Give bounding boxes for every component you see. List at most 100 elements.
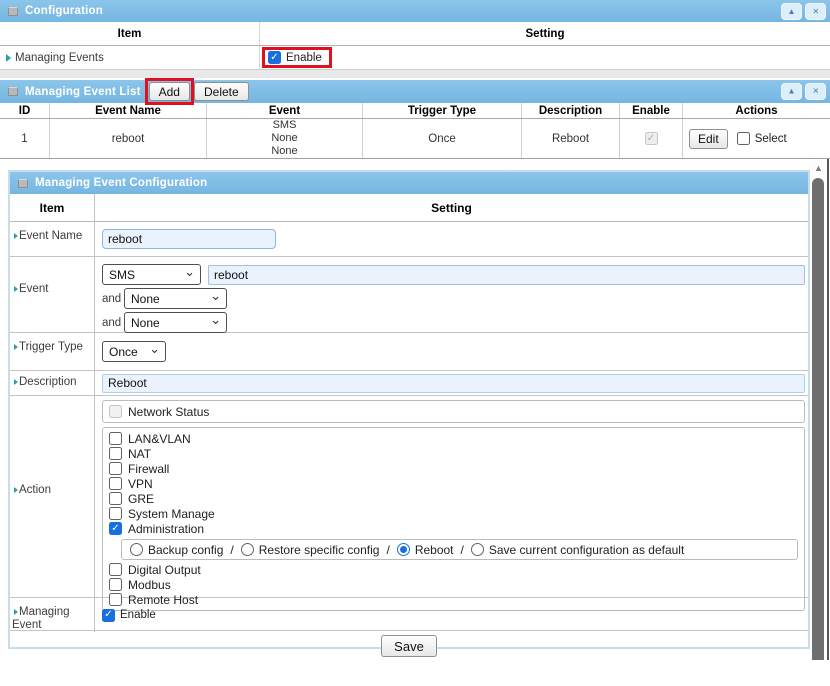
event-and1-select[interactable]: None ⌄ — [124, 288, 227, 309]
event-label: Event — [10, 257, 95, 336]
description-input[interactable] — [102, 374, 805, 393]
panel-icon — [8, 87, 18, 96]
select-checkbox[interactable] — [737, 132, 750, 145]
check-icon: ✓ — [111, 524, 119, 534]
trigger-type-row: Trigger Type Once ⌄ — [10, 333, 808, 371]
managing-event-enable-checkbox[interactable]: ✓ — [102, 609, 115, 622]
col-setting: Setting — [260, 22, 830, 45]
bullet-icon — [14, 379, 18, 385]
col-event: Event — [207, 103, 363, 118]
managing-events-label: Managing Events — [0, 46, 260, 69]
table-row: 1 reboot SMS None None Once Reboot ✓ Edi… — [0, 119, 830, 159]
event-type-select[interactable]: SMS ⌄ — [102, 264, 201, 285]
col-id: ID — [0, 103, 50, 118]
scroll-region: Managing Event Configuration Item Settin… — [0, 159, 830, 660]
event-list-header: Managing Event List Add Delete ▲ ✕ — [0, 80, 830, 103]
row-enable-checkbox: ✓ — [645, 132, 658, 145]
managing-events-enable-checkbox[interactable]: ✓ — [268, 51, 281, 64]
event-and2-select[interactable]: None ⌄ — [124, 312, 227, 333]
close-button[interactable]: ✕ — [805, 3, 826, 20]
row-trigger-type: Once — [363, 119, 522, 158]
add-button[interactable]: Add — [149, 82, 190, 101]
save-row: Save — [10, 631, 808, 661]
panel-icon — [18, 179, 28, 188]
action-row: Action Network Status LAN&VLAN NAT Firew… — [10, 396, 808, 598]
scroll-up-icon: ▲ — [814, 163, 823, 173]
panel-icon — [8, 7, 18, 16]
col-description: Description — [522, 103, 620, 118]
vertical-scrollbar[interactable]: ▲ — [811, 159, 826, 660]
and-label: and — [102, 317, 124, 329]
trigger-type-select[interactable]: Once ⌄ — [102, 341, 166, 362]
backup-config-radio[interactable] — [130, 543, 143, 556]
select-label: Select — [755, 133, 787, 145]
col-event-name: Event Name — [50, 103, 207, 118]
collapse-button[interactable]: ▲ — [781, 3, 802, 20]
bullet-icon — [14, 609, 18, 615]
enable-label: Enable — [120, 609, 156, 621]
action-groups-box: LAN&VLAN NAT Firewall VPN GRE System Man… — [102, 427, 805, 611]
bullet-icon — [6, 54, 11, 62]
collapse-icon: ▲ — [787, 87, 795, 95]
add-annotation: Add — [145, 78, 194, 105]
col-setting: Setting — [95, 194, 808, 221]
row-event-name: reboot — [50, 119, 207, 158]
administration-options-box: Backup config / Restore specific config … — [121, 539, 798, 560]
action-label: Action — [10, 396, 95, 611]
administration-checkbox[interactable]: ✓ — [109, 522, 122, 535]
system-manage-checkbox[interactable] — [109, 507, 122, 520]
bullet-icon — [14, 286, 18, 292]
check-icon: ✓ — [647, 134, 655, 144]
event-config-header: Managing Event Configuration — [10, 172, 808, 194]
lan-vlan-checkbox[interactable] — [109, 432, 122, 445]
managing-event-label: Managing Event — [10, 598, 95, 632]
scrollbar-thumb[interactable] — [812, 178, 824, 660]
event-value-input[interactable] — [208, 265, 805, 285]
firewall-checkbox[interactable] — [109, 462, 122, 475]
managing-event-row: Managing Event ✓ Enable — [10, 598, 808, 631]
edit-button[interactable]: Edit — [689, 129, 728, 149]
trigger-type-label: Trigger Type — [10, 333, 95, 370]
event-name-label: Event Name — [10, 222, 95, 256]
event-list-title: Managing Event List — [25, 86, 141, 98]
configuration-panel: Configuration ▲ ✕ Item Setting Managing … — [0, 0, 830, 70]
reboot-radio[interactable] — [397, 543, 410, 556]
event-name-row: Event Name — [10, 222, 808, 257]
section-divider — [0, 70, 830, 80]
close-button[interactable]: ✕ — [805, 83, 826, 100]
bullet-icon — [14, 487, 18, 493]
managing-events-row: Managing Events ✓ Enable — [0, 46, 830, 70]
check-icon: ✓ — [270, 53, 278, 63]
frame-border — [827, 159, 829, 660]
row-event: SMS None None — [207, 119, 363, 158]
event-list-panel: Managing Event List Add Delete ▲ ✕ ID Ev… — [0, 80, 830, 159]
and-label: and — [102, 293, 124, 305]
event-name-input[interactable] — [102, 229, 276, 249]
collapse-button[interactable]: ▲ — [781, 83, 802, 100]
delete-button[interactable]: Delete — [194, 82, 249, 101]
scroll-up-button[interactable]: ▲ — [811, 159, 826, 176]
event-config-title: Managing Event Configuration — [35, 177, 207, 189]
restore-specific-config-radio[interactable] — [241, 543, 254, 556]
bullet-icon — [14, 344, 18, 350]
gre-checkbox[interactable] — [109, 492, 122, 505]
col-actions: Actions — [683, 103, 830, 118]
digital-output-checkbox[interactable] — [109, 563, 122, 576]
save-default-radio[interactable] — [471, 543, 484, 556]
modbus-checkbox[interactable] — [109, 578, 122, 591]
check-icon: ✓ — [104, 610, 112, 620]
bullet-icon — [14, 233, 18, 239]
vpn-checkbox[interactable] — [109, 477, 122, 490]
enable-label: Enable — [286, 52, 322, 64]
event-config-column-headers: Item Setting — [10, 194, 808, 222]
network-status-label: Network Status — [128, 405, 209, 419]
row-id: 1 — [0, 119, 50, 158]
description-label: Description — [10, 371, 95, 395]
event-row: Event SMS ⌄ and None ⌄ an — [10, 257, 808, 333]
close-icon: ✕ — [812, 87, 819, 95]
save-button[interactable]: Save — [381, 635, 437, 657]
network-status-box: Network Status — [102, 400, 805, 423]
close-icon: ✕ — [812, 7, 819, 15]
event-list-column-headers: ID Event Name Event Trigger Type Descrip… — [0, 103, 830, 119]
nat-checkbox[interactable] — [109, 447, 122, 460]
